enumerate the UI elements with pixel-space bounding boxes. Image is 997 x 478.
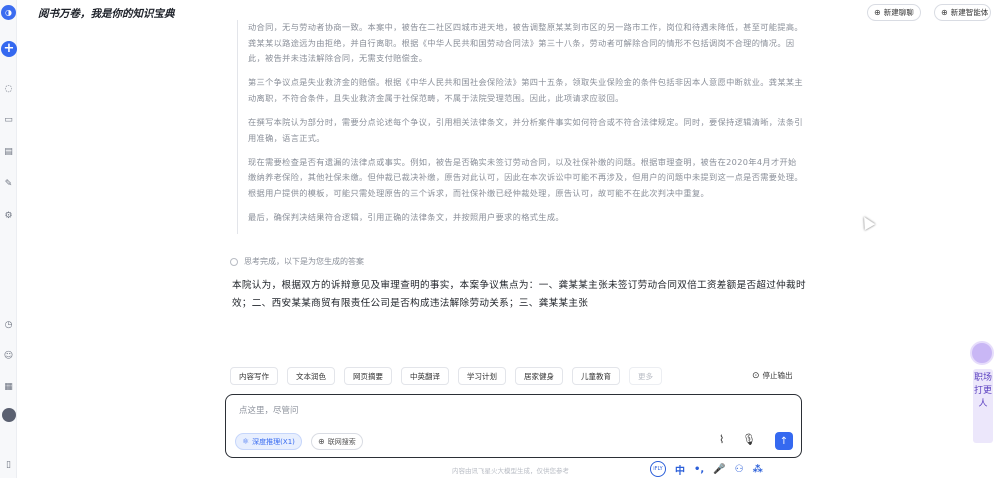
chip-web-summary[interactable]: 网页摘要 [344, 367, 392, 385]
web-search-toggle[interactable]: ⊕ 联网搜索 [311, 433, 363, 450]
ime-voice-icon[interactable]: 🎤 [713, 464, 725, 475]
deep-reasoning-toggle[interactable]: ⚛ 深度推理(X1) [235, 433, 302, 450]
settings-icon[interactable]: ⚙ [2, 209, 15, 222]
quick-prompt-chips: 内容写作 文本润色 网页摘要 中英翻译 学习计划 居家健身 儿童教育 更多 [230, 367, 662, 385]
chat-input-placeholder[interactable]: 点这里，尽管问 [239, 404, 299, 416]
new-chat-plus-icon[interactable]: + [1, 41, 17, 57]
thinking-process: 动合同，无与劳动者协商一致。本案中，被告在二社区四城市进天地，被告调整原某某到市… [237, 20, 805, 235]
ime-grid-icon[interactable]: ⁂ [753, 464, 763, 475]
chip-content-writing[interactable]: 内容写作 [230, 367, 278, 385]
floating-assistant-widget[interactable]: 职场打更人 [966, 341, 997, 444]
collapse-sidebar-icon[interactable]: ▯ [2, 458, 15, 471]
atom-icon: ⚛ [242, 437, 250, 446]
chip-more[interactable]: 更多 [629, 367, 662, 385]
stop-output-button[interactable]: ⊙ 停止输出 [752, 370, 793, 381]
check-circle-icon [230, 257, 238, 266]
answer-text: 本院认为，根据双方的诉辩意见及审理查明的事实，本案争议焦点为：一、龚某某主张未签… [232, 280, 806, 309]
chip-text-polish[interactable]: 文本润色 [287, 367, 335, 385]
ime-user-icon[interactable]: ⚇ [735, 464, 744, 475]
assistant-widget-label[interactable]: 职场打更人 [973, 369, 993, 443]
thinking-paragraph: 动合同，无与劳动者协商一致。本案中，被告在二社区四城市进天地，被告调整原某某到市… [248, 22, 803, 64]
app-logo-icon[interactable]: ◑ [1, 5, 16, 20]
ime-chinese-mode[interactable]: 中 [675, 462, 685, 477]
send-button[interactable]: ↑ [775, 432, 793, 450]
chip-translate[interactable]: 中英翻译 [401, 367, 449, 385]
new-agent-button[interactable]: ⊕ 新建智能体 [934, 4, 992, 21]
stop-icon: ⊙ [752, 370, 760, 381]
attachment-icon[interactable]: ⌇ [719, 433, 724, 446]
globe-icon: ⊕ [318, 437, 325, 446]
new-agent-label: 新建智能体 [950, 8, 989, 17]
thinking-paragraph: 第三个争议点是失业救济金的赔偿。根据《中华人民共和国社会保险法》第四十五条，领取… [248, 77, 803, 103]
microphone-icon[interactable]: 🎙 [742, 433, 756, 446]
app-title: 阅书万卷，我是你的知识宝典 [38, 7, 175, 20]
chat-input-box[interactable]: 点这里，尽管问 ⚛ 深度推理(X1) ⊕ 联网搜索 ⌇ 🎙 ↑ [225, 394, 802, 458]
chip-home-fitness[interactable]: 居家健身 [515, 367, 563, 385]
document-icon[interactable]: ▤ [2, 145, 15, 158]
thinking-paragraph: 最后，确保判决结果符合逻辑，引用正确的法律条文，并按照用户要求的格式生成。 [248, 211, 564, 222]
chat-plus-icon: ⊕ [874, 8, 881, 17]
web-search-label: 联网搜索 [327, 437, 356, 446]
assistant-avatar[interactable] [970, 341, 994, 365]
smile-icon[interactable]: ☺ [2, 349, 15, 362]
new-chat-label: 新建聊聊 [883, 8, 914, 17]
ime-logo-icon[interactable]: iFLY [650, 461, 666, 477]
stop-output-label: 停止输出 [762, 371, 793, 380]
app-window: ◑ + ◌ ▭ ▤ ✎ ⚙ ◷ ☺ ▦ ▯ 阅书万卷，我是你的知识宝典 ⊕ 新建… [0, 0, 997, 478]
user-avatar[interactable] [2, 408, 16, 422]
thinking-paragraph: 现在需要检查是否有遗漏的法律点或事实。例如，被告是否确实未签订劳动合同，以及社保… [248, 156, 803, 198]
deep-reasoning-label: 深度推理(X1) [252, 437, 295, 446]
agent-plus-icon: ⊕ [941, 8, 948, 17]
chat-bubble-icon[interactable]: ◌ [2, 82, 15, 95]
disclaimer: 内容由讯飞星火大模型生成，仅供您参考 [452, 467, 569, 475]
ime-punctuation-icon[interactable]: •, [694, 464, 704, 475]
new-chat-button[interactable]: ⊕ 新建聊聊 [867, 4, 921, 21]
edit-icon[interactable]: ✎ [2, 177, 15, 190]
mouse-cursor-icon [858, 213, 876, 231]
chip-study-plan[interactable]: 学习计划 [458, 367, 506, 385]
thinking-done-label: 思考完成，以下是为您生成的答案 [244, 257, 364, 266]
thinking-paragraph: 在撰写本院认为部分时，需要分点论述每个争议，引用相关法律条文，并分析案件事实如何… [248, 116, 803, 143]
history-icon[interactable]: ◷ [2, 318, 15, 331]
chip-child-education[interactable]: 儿童教育 [572, 367, 620, 385]
note-icon[interactable]: ▦ [2, 380, 15, 393]
monitor-icon[interactable]: ▭ [2, 113, 15, 126]
left-sidebar: ◑ + ◌ ▭ ▤ ✎ ⚙ ◷ ☺ ▦ ▯ [0, 0, 17, 478]
thinking-done-status[interactable]: 思考完成，以下是为您生成的答案 [230, 256, 364, 267]
ime-toolbar: iFLY 中 •, 🎤 ⚇ ⁂ [650, 461, 763, 477]
